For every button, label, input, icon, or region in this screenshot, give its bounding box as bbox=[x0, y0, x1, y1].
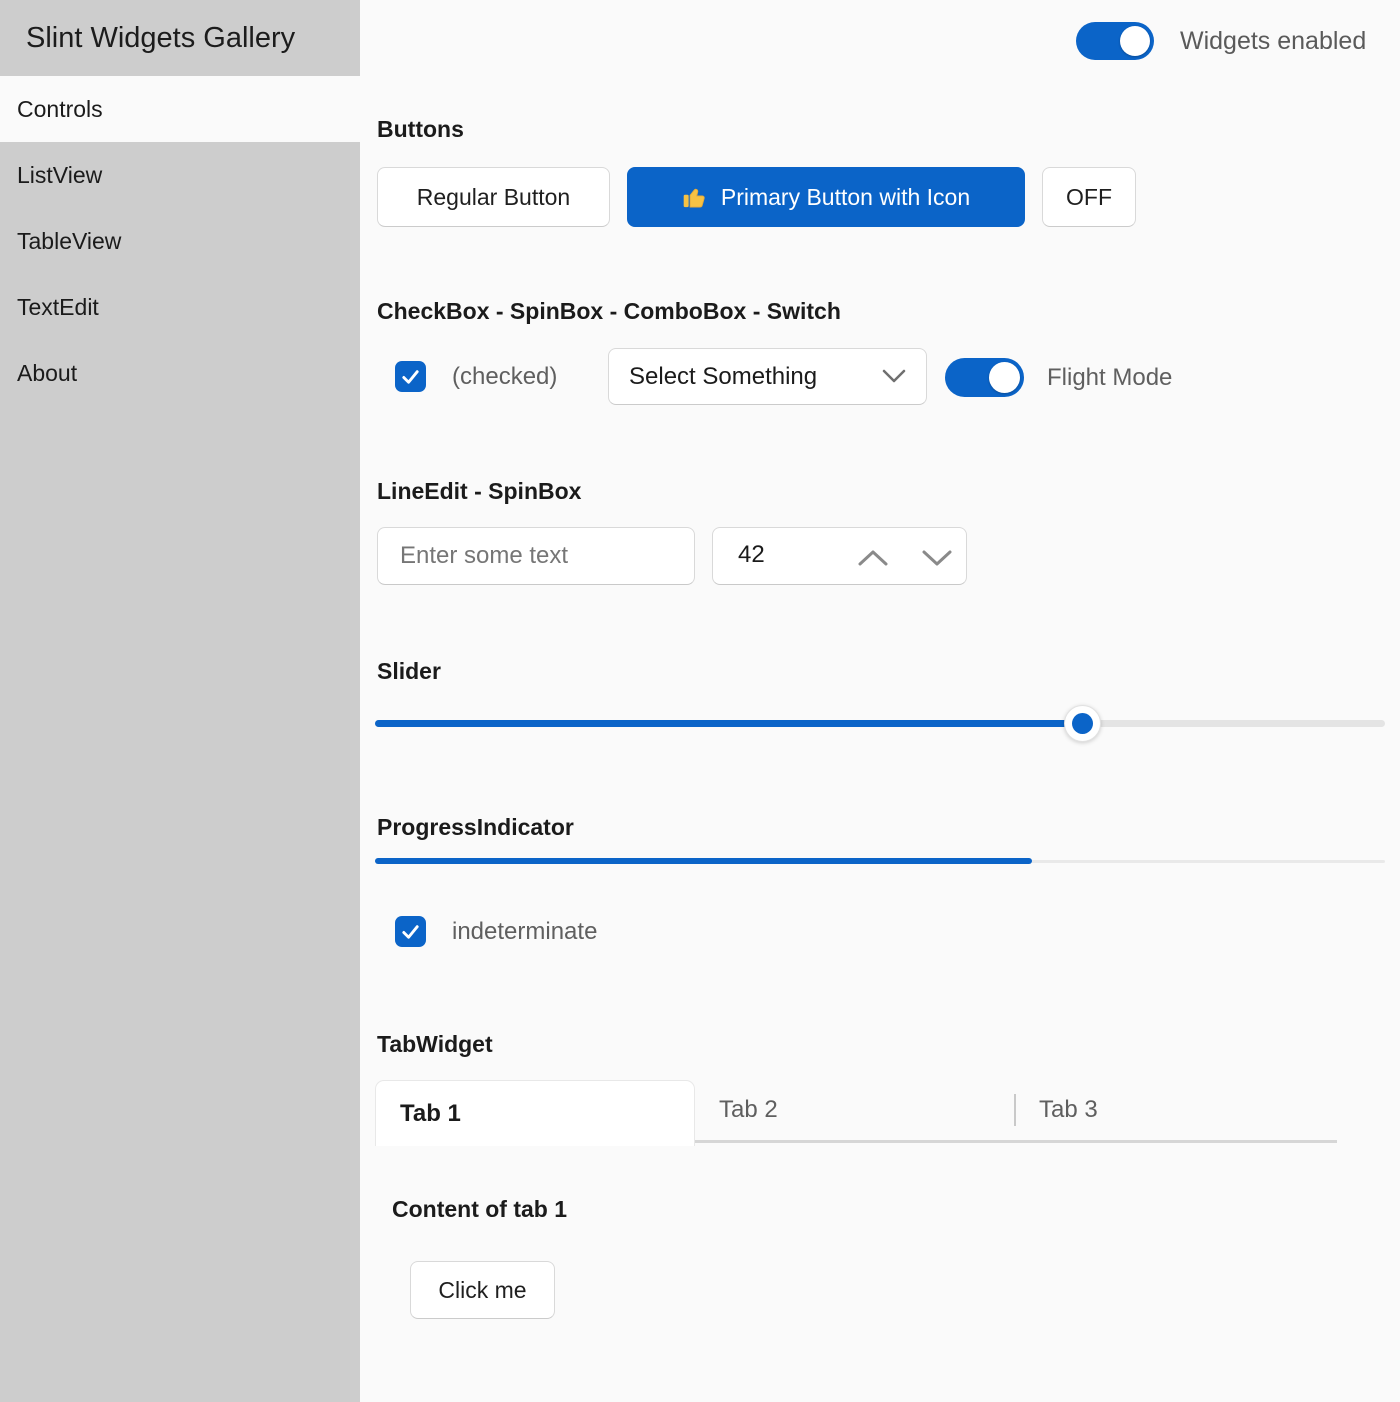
tab-label: Tab 1 bbox=[400, 1100, 461, 1128]
sidebar-item-label: TableView bbox=[17, 228, 121, 255]
thumbs-up-icon bbox=[682, 184, 709, 211]
slider-handle[interactable] bbox=[1064, 705, 1101, 742]
widgets-enabled-label: Widgets enabled bbox=[1180, 27, 1366, 56]
indeterminate-checkbox-label: indeterminate bbox=[452, 918, 597, 946]
combobox[interactable]: Select Something bbox=[608, 348, 927, 405]
sidebar-item-label: TextEdit bbox=[17, 294, 99, 321]
spinbox-increment-button[interactable] bbox=[857, 549, 889, 567]
sidebar-item-label: Controls bbox=[17, 96, 103, 123]
primary-button[interactable]: Primary Button with Icon bbox=[627, 167, 1025, 227]
controls-heading: CheckBox - SpinBox - ComboBox - Switch bbox=[377, 296, 841, 326]
sidebar-item-textedit[interactable]: TextEdit bbox=[0, 274, 360, 340]
chevron-down-icon bbox=[882, 369, 906, 384]
sidebar-item-label: ListView bbox=[17, 162, 102, 189]
tab-3[interactable]: Tab 3 bbox=[1015, 1080, 1337, 1140]
chevron-up-icon bbox=[857, 549, 889, 567]
spinbox[interactable]: 42 bbox=[712, 527, 967, 585]
tab-2[interactable]: Tab 2 bbox=[695, 1080, 1015, 1140]
slider-heading: Slider bbox=[377, 656, 441, 686]
tab-bar: Tab 1 Tab 2 Tab 3 bbox=[375, 1080, 1337, 1146]
buttons-row: Regular Button Primary Button with Icon … bbox=[377, 167, 1136, 227]
tab-divider bbox=[1014, 1094, 1016, 1126]
indeterminate-checkbox[interactable] bbox=[395, 916, 426, 947]
checked-checkbox-label: (checked) bbox=[452, 363, 557, 391]
flight-mode-label: Flight Mode bbox=[1047, 364, 1172, 392]
check-icon bbox=[399, 920, 422, 943]
switch-knob bbox=[1120, 26, 1150, 56]
tab-label: Tab 3 bbox=[1039, 1096, 1098, 1124]
app-title: Slint Widgets Gallery bbox=[0, 0, 360, 76]
off-button-label: OFF bbox=[1066, 184, 1112, 211]
switch-knob bbox=[989, 362, 1020, 393]
spinbox-value: 42 bbox=[738, 541, 765, 569]
primary-button-label: Primary Button with Icon bbox=[721, 184, 970, 211]
progress-heading: ProgressIndicator bbox=[377, 812, 574, 842]
slider bbox=[375, 705, 1385, 742]
progress-fill bbox=[375, 858, 1032, 864]
checked-checkbox[interactable] bbox=[395, 361, 426, 392]
tab-content-heading: Content of tab 1 bbox=[392, 1194, 567, 1224]
lineedit-input[interactable] bbox=[377, 527, 695, 585]
tabwidget-heading: TabWidget bbox=[377, 1029, 493, 1059]
regular-button[interactable]: Regular Button bbox=[377, 167, 610, 227]
regular-button-label: Regular Button bbox=[417, 184, 570, 211]
combobox-value: Select Something bbox=[629, 363, 817, 391]
check-icon bbox=[399, 365, 422, 388]
spinbox-decrement-button[interactable] bbox=[921, 549, 953, 567]
slider-fill bbox=[375, 720, 1082, 727]
main-content: Widgets enabled Buttons Regular Button P… bbox=[360, 0, 1400, 1402]
sidebar: Slint Widgets Gallery Controls ListView … bbox=[0, 0, 360, 1402]
tab-1[interactable]: Tab 1 bbox=[375, 1080, 695, 1146]
sidebar-item-listview[interactable]: ListView bbox=[0, 142, 360, 208]
widgets-enabled-switch[interactable] bbox=[1076, 22, 1154, 60]
click-me-label: Click me bbox=[438, 1277, 526, 1304]
click-me-button[interactable]: Click me bbox=[410, 1261, 555, 1319]
lineedit-wrap bbox=[377, 527, 695, 585]
sidebar-item-tableview[interactable]: TableView bbox=[0, 208, 360, 274]
flight-mode-switch[interactable] bbox=[945, 358, 1024, 397]
sidebar-item-about[interactable]: About bbox=[0, 340, 360, 406]
chevron-down-icon bbox=[921, 549, 953, 567]
tab-label: Tab 2 bbox=[719, 1096, 778, 1124]
progress-indicator bbox=[375, 858, 1385, 864]
sidebar-item-label: About bbox=[17, 360, 77, 387]
sidebar-item-controls[interactable]: Controls bbox=[0, 76, 360, 142]
buttons-heading: Buttons bbox=[377, 114, 464, 144]
off-button[interactable]: OFF bbox=[1042, 167, 1136, 227]
lineedit-heading: LineEdit - SpinBox bbox=[377, 476, 581, 506]
